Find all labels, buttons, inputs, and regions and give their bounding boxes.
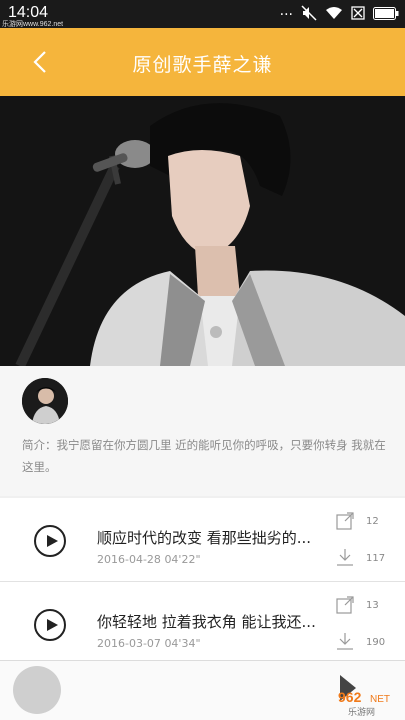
song-title: 你轻轻地 拉着我衣角 能让我还... <box>97 613 316 631</box>
share-icon[interactable] <box>336 596 354 614</box>
song-date: 2016-04-28 <box>97 553 161 566</box>
download-icon[interactable] <box>336 548 354 566</box>
watermark-logo: 962 NET 乐游网 <box>338 689 390 718</box>
status-icons: ··· <box>280 5 399 25</box>
share-count: 12 <box>366 516 379 527</box>
wifi-icon <box>325 6 343 24</box>
svg-text:962: 962 <box>338 689 362 705</box>
download-icon[interactable] <box>336 632 354 650</box>
svg-text:乐游网: 乐游网 <box>348 706 375 718</box>
artist-hero-image <box>0 96 405 366</box>
artist-info: 简介：我宁愿留在你方圆几里 近的能听见你的呼吸，只要你转身 我就在这里。 <box>0 366 405 496</box>
song-title: 顺应时代的改变 看那些拙劣的... <box>97 529 312 547</box>
song-item[interactable]: 顺应时代的改变 看那些拙劣的... 2016-04-28 04'22" 12 1… <box>0 498 405 582</box>
mute-icon <box>301 5 317 25</box>
avatar[interactable] <box>22 378 68 424</box>
share-icon[interactable] <box>336 512 354 530</box>
play-icon[interactable] <box>34 609 66 641</box>
song-duration: 04'34" <box>164 637 201 650</box>
share-count: 13 <box>366 600 379 611</box>
avatar-image <box>22 378 68 424</box>
song-list: 顺应时代的改变 看那些拙劣的... 2016-04-28 04'22" 12 1… <box>0 498 405 666</box>
play-icon[interactable] <box>34 525 66 557</box>
song-item[interactable]: 你轻轻地 拉着我衣角 能让我还... 2016-03-07 04'34" 13 … <box>0 582 405 666</box>
status-bar: 14:04 乐游网www.962.net ··· <box>0 0 405 28</box>
album-disc[interactable] <box>13 666 61 714</box>
battery-icon <box>373 6 399 24</box>
song-meta: 2016-03-07 04'34" <box>97 637 201 650</box>
artist-photo <box>0 96 405 366</box>
dots-icon: ··· <box>279 7 293 23</box>
download-count: 190 <box>366 637 386 648</box>
download-count: 117 <box>366 553 386 564</box>
svg-text:NET: NET <box>370 694 390 705</box>
song-duration: 04'22" <box>164 553 201 566</box>
song-date: 2016-03-07 <box>97 637 161 650</box>
artist-intro: 简介：我宁愿留在你方圆几里 近的能听见你的呼吸，只要你转身 我就在这里。 <box>22 438 386 474</box>
no-sim-icon <box>351 6 365 24</box>
page-title: 原创歌手薛之谦 <box>132 54 273 76</box>
app-header: 原创歌手薛之谦 <box>0 28 405 96</box>
song-meta: 2016-04-28 04'22" <box>97 553 201 566</box>
